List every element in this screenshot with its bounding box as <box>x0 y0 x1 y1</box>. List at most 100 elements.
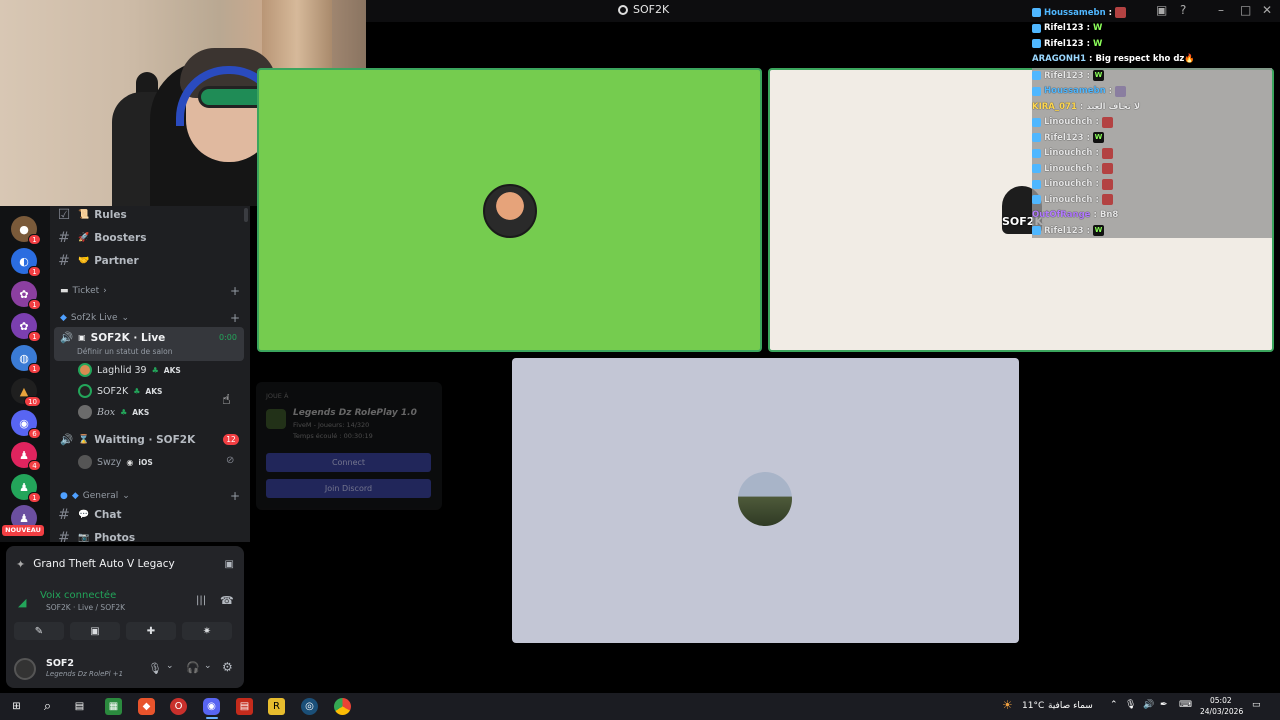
user-icon <box>1032 148 1041 158</box>
add-channel-icon[interactable]: + <box>230 311 240 325</box>
server-icon[interactable]: ◍ 1 <box>11 345 41 374</box>
channel-photos[interactable]: # 📷 Photos <box>50 527 250 542</box>
unread-badge: 12 <box>223 434 239 445</box>
emote-icon <box>1115 85 1127 97</box>
camera-off-icon: ✎ <box>34 625 44 637</box>
clock-time[interactable]: 05:02 <box>1210 696 1232 705</box>
leaf-icon: ♣ <box>151 365 159 375</box>
chat-message: Linouchch: <box>1032 146 1272 162</box>
add-channel-icon[interactable]: + <box>230 489 240 503</box>
category-live[interactable]: ◆ Sof2k Live ⌄ + <box>60 310 240 326</box>
diamond-icon: ◆ <box>71 491 79 501</box>
keyboard-icon[interactable]: ⌨ <box>1179 700 1192 710</box>
chat-message: Linouchch: <box>1032 161 1272 177</box>
headphones-icon[interactable]: 🎧 <box>186 661 200 674</box>
user-panel[interactable]: SOF2 Legends Dz RolePl +1 🎙 ⌄ 🎧 ⌄ ⚙ <box>12 656 238 682</box>
channel-partner[interactable]: # 🤝 Partner <box>50 250 250 272</box>
task-view-icon[interactable]: ▤ <box>71 698 88 715</box>
user-icon <box>1032 226 1041 236</box>
screen-share-button[interactable]: ▣ <box>70 622 120 640</box>
server-icon[interactable]: ♟ 1 <box>11 474 41 503</box>
voice-channel-path[interactable]: SOF2K · Live / SOF2K <box>46 603 125 612</box>
brave-icon[interactable]: ◆ <box>138 698 155 715</box>
connect-button[interactable]: Connect <box>266 453 431 472</box>
chevron-right-icon: › <box>103 286 107 296</box>
channel-boosters[interactable]: # 🚀 Boosters <box>50 227 250 249</box>
join-discord-button[interactable]: Join Discord <box>266 479 431 498</box>
volume-icon[interactable]: 🔊 <box>1143 700 1154 710</box>
category-ticket[interactable]: ▬ Ticket › + <box>60 283 240 299</box>
pdf-icon[interactable]: ▤ <box>236 698 253 715</box>
pen-icon[interactable]: ✒ <box>1160 700 1168 710</box>
voice-connected-label[interactable]: Voix connectée <box>40 590 116 601</box>
voice-panel: ✦ Grand Theft Auto V Legacy ▣ ◢ Voix con… <box>6 546 244 688</box>
server-icon[interactable]: ✿ 1 <box>11 313 41 342</box>
participant-tile[interactable] <box>257 68 762 352</box>
screen-share-icon[interactable]: ▣ <box>225 559 234 570</box>
voice-channel-live[interactable]: 🔊 ▣ SOF2K · Live <box>60 331 165 345</box>
soundboard-button[interactable]: ✷ <box>182 622 232 640</box>
avatar <box>78 455 92 469</box>
windows-start-icon[interactable]: ⊞ <box>8 698 25 715</box>
steam-icon[interactable]: ◎ <box>301 698 318 715</box>
rockstar-icon[interactable]: R <box>268 698 285 715</box>
voice-channel-waiting[interactable]: 🔊 ⌛ Waitting · SOF2K <box>60 433 195 447</box>
server-icon[interactable]: ✿ 1 <box>11 281 41 310</box>
chat-message: Linouchch: <box>1032 192 1272 208</box>
user-icon <box>1032 164 1041 174</box>
server-icon[interactable]: ♟ 4 <box>11 442 41 471</box>
chevron-down-icon: ⌄ <box>122 491 130 501</box>
microphone-icon[interactable]: 🎙 <box>148 662 162 675</box>
taskbar: ⊞ ⌕ ▤ ▦ ◆ O ◉ ▤ R ◎ ☀ 11°C سماء صافية ⌃ … <box>0 693 1280 720</box>
server-icon[interactable]: ◉ 6 <box>11 410 41 439</box>
channel-rules[interactable]: ☑ 📜 Rules <box>50 206 250 226</box>
emote-icon <box>1101 194 1113 206</box>
avatar <box>483 184 537 238</box>
activities-button[interactable]: ✚ <box>126 622 176 640</box>
add-channel-icon[interactable]: + <box>230 284 240 298</box>
emote-icon <box>1101 116 1113 128</box>
chevron-down-icon[interactable]: ⌄ <box>204 661 212 671</box>
clock-date[interactable]: 24/03/2026 <box>1200 707 1243 716</box>
voice-user[interactable]: Swzy ◉ iOS <box>78 452 153 472</box>
hourglass-icon: ⌛ <box>78 434 90 445</box>
chrome-icon[interactable] <box>334 698 351 715</box>
settings-icon[interactable]: ⚙ <box>222 660 233 674</box>
diamond-icon: ◆ <box>60 313 67 323</box>
channel-status[interactable]: Définir un statut de salon <box>77 347 172 356</box>
voice-user[interactable]: Laghlid 39 ♣ AKS <box>78 360 181 380</box>
envelope-icon: ▬ <box>60 286 69 296</box>
notification-icon[interactable]: ▭ <box>1252 700 1261 710</box>
chat-message: KIRA_071: لا تخاف العيد <box>1032 101 1141 112</box>
discord-icon[interactable]: ◉ <box>203 698 220 715</box>
store-icon[interactable]: ▦ <box>105 698 122 715</box>
user-icon <box>1032 179 1041 189</box>
game-activity[interactable]: ✦ Grand Theft Auto V Legacy ▣ <box>16 556 236 572</box>
microphone-icon[interactable]: 🎙 <box>1125 700 1136 710</box>
server-icon[interactable]: ● 1 <box>11 216 41 245</box>
chat-message: Rifel123: W <box>1032 21 1272 37</box>
chevron-down-icon[interactable]: ⌄ <box>166 661 174 671</box>
new-badge: NOUVEAU <box>2 525 44 536</box>
opera-icon[interactable]: O <box>170 698 187 715</box>
voice-user[interactable]: Box ♣ AKS <box>78 402 149 422</box>
chat-message: ARAGONH1: Big respect kho dz🔥 <box>1032 54 1195 65</box>
tray-chevron-icon[interactable]: ⌃ <box>1110 700 1118 710</box>
avatar <box>14 658 36 680</box>
active-app-indicator <box>206 717 218 719</box>
channel-chat[interactable]: # 💬 Chat <box>50 504 250 526</box>
soundboard-icon[interactable]: ||| <box>196 595 206 606</box>
server-icon[interactable]: ▲ 10 <box>11 378 41 407</box>
temperature-label: 11°C <box>1022 701 1045 711</box>
search-icon[interactable]: ⌕ <box>39 698 56 715</box>
stream-chat-box: Rifel123: W Houssamebn: KIRA_071: لا تخاف … <box>1032 68 1272 238</box>
category-general[interactable]: ● ◆ General ⌄ + <box>60 488 240 504</box>
hash-icon: # <box>58 230 70 246</box>
server-icon[interactable]: ◐ 1 <box>11 248 41 277</box>
participant-tile[interactable] <box>512 358 1019 643</box>
disconnect-icon[interactable]: ☎ <box>220 594 234 607</box>
window-title: SOF2K <box>618 3 669 16</box>
user-icon <box>1032 86 1041 96</box>
voice-user[interactable]: SOF2K ♣ AKS <box>78 381 162 401</box>
video-off-button[interactable]: ✎ <box>14 622 64 640</box>
